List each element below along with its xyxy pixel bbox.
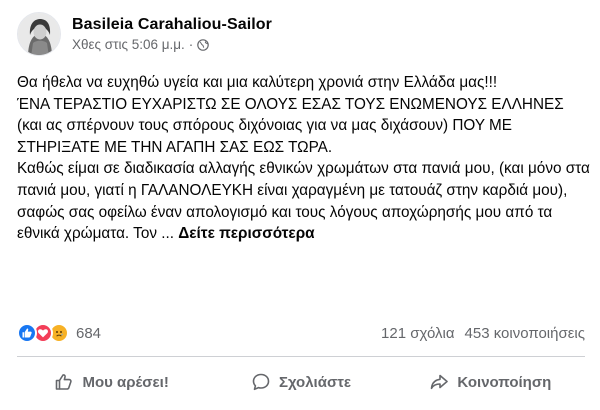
post-timestamp[interactable]: Χθες στις 5:06 μ.μ. [72,36,185,54]
share-icon [431,374,449,390]
like-button-label: Μου αρέσει! [82,373,169,391]
comment-icon [252,373,270,391]
shares-count[interactable]: 453 κοινοποιήσεις [465,325,585,342]
post-text: Θα ήθελα να ευχηθώ υγεία και μια καλύτερ… [17,72,592,245]
thumbs-up-icon [56,374,73,390]
share-button[interactable]: Κοινοποίηση [396,362,585,402]
divider [17,356,585,357]
like-icon [17,323,37,343]
reaction-count[interactable]: 684 [76,325,101,342]
like-button[interactable]: Μου αρέσει! [17,362,206,402]
comments-count[interactable]: 121 σχόλια [381,325,454,342]
see-more-link[interactable]: Δείτε περισσότερα [178,225,314,242]
reaction-summary[interactable]: 684 [17,323,101,343]
avatar[interactable] [17,12,61,56]
reactions-bar: 684 121 σχόλια 453 κοινοποιήσεις [17,321,585,345]
post-header: Basileia Carahaliou-Sailor Χθες στις 5:0… [17,12,272,56]
post-message: Θα ήθελα να ευχηθώ υγεία και μια καλύτερ… [17,74,590,243]
post-actions: Μου αρέσει! Σχολιάστε Κοινοποίηση [17,362,585,402]
author-name[interactable]: Basileia Carahaliou-Sailor [72,15,272,35]
comment-button[interactable]: Σχολιάστε [206,362,395,402]
post-meta: Χθες στις 5:06 μ.μ. · [72,36,272,54]
avatar-photo-icon [18,13,60,55]
meta-separator: · [188,36,194,52]
comment-button-label: Σχολιάστε [278,373,352,391]
share-button-label: Κοινοποίηση [457,373,552,391]
globe-icon[interactable] [197,38,210,51]
